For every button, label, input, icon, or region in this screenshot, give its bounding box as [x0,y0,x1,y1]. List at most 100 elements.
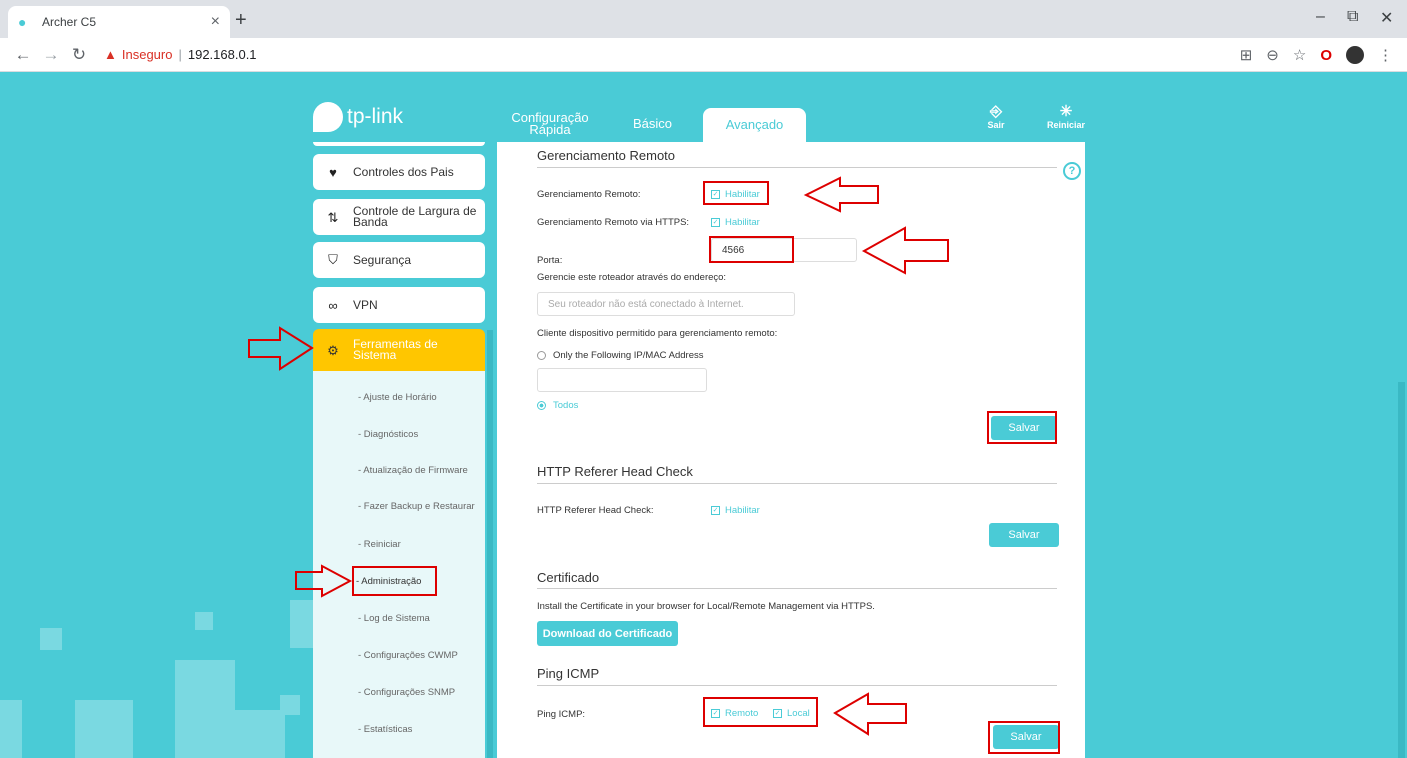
sidebar-item-label: Ferramentas de Sistema [353,337,438,362]
gear-icon: ⚙ [327,342,339,358]
sidebar-item-label: Controle de Largura de Banda [353,204,477,229]
reboot-button[interactable]: ✳ Reiniciar [1044,103,1088,131]
annotation-box [352,566,437,596]
save-referer-button[interactable]: Salvar [989,523,1059,547]
checkbox-icon: ✓ [711,218,720,227]
translate-icon[interactable]: ⊞ [1240,46,1253,64]
sidebar-scrollbar[interactable] [487,330,493,758]
sidebar-item-parental-controls[interactable]: ♥ Controles dos Pais [313,154,485,190]
logo-text: tp-link [347,105,404,128]
vpn-link-icon: ∞ [328,297,338,313]
tab-quick-setup[interactable]: Configuração Rápida [510,111,590,136]
browser-tab[interactable]: ● Archer C5 × [8,6,230,38]
browser-toolbar: ← → ↻ ▲ Inseguro | 192.168.0.1 ⊞ ⊖ ☆ O ⋮ [0,38,1407,72]
tab-basic[interactable]: Básico [630,117,675,130]
section-divider [537,588,1057,589]
sidebar-item-vpn[interactable]: ∞ VPN [313,287,485,323]
submenu-firmware-upgrade[interactable]: - Atualização de Firmware [358,465,468,476]
arrows-updown-icon: ⇅ [327,209,339,225]
address-bar[interactable]: ▲ Inseguro | 192.168.0.1 [104,47,257,62]
port-label: Porta: [537,255,563,266]
submenu-time-settings[interactable]: - Ajuste de Horário [358,392,437,403]
client-label: Cliente dispositivo permitido para geren… [537,328,778,339]
radio-all[interactable]: Todos [537,400,578,411]
sidebar-item-label: Controles dos Pais [353,165,454,179]
tplink-logo: tp-link [313,102,403,132]
checkbox-icon: ✓ [711,506,720,515]
submenu-snmp[interactable]: - Configurações SNMP [358,687,455,698]
ip-mac-input[interactable] [537,368,707,392]
submenu-system-log[interactable]: - Log de Sistema [358,613,430,624]
decor-square [40,628,62,650]
radio-icon [537,401,546,410]
radio-icon [537,351,546,360]
reload-icon[interactable]: ↻ [70,45,88,65]
exit-label: Sair [987,120,1005,130]
tab-close-icon[interactable]: × [211,13,220,31]
submenu-backup-restore[interactable]: - Fazer Backup e Restaurar [358,501,475,512]
checkbox-label: Habilitar [725,505,760,516]
exit-button[interactable]: ⎆ Sair [984,103,1008,131]
submenu-reboot[interactable]: - Reiniciar [358,539,401,550]
remote-management-label: Gerenciamento Remoto: [537,189,641,200]
annotation-box [703,697,818,727]
tplink-favicon-icon: ● [18,14,27,30]
annotation-box [709,236,794,263]
bookmark-star-icon[interactable]: ☆ [1293,46,1306,64]
checkbox-label: Habilitar [725,217,760,228]
close-window-icon[interactable]: ✕ [1380,8,1393,28]
https-management-label: Gerenciamento Remoto via HTTPS: [537,217,690,228]
minimize-icon[interactable]: – [1316,8,1325,26]
decor-square [235,710,285,758]
sidebar-item-label: Segurança [353,253,412,267]
download-certificate-button[interactable]: Download do Certificado [537,621,678,646]
sidebar-cap [313,142,485,146]
security-label[interactable]: Inseguro [122,47,173,62]
url-text[interactable]: 192.168.0.1 [188,47,257,62]
submenu-cwmp[interactable]: - Configurações CWMP [358,650,458,661]
exit-icon: ⎆ [989,103,1002,120]
browser-tab-bar: ● Archer C5 × + – ⧉ ✕ [0,0,1407,38]
system-tools-submenu: - Ajuste de Horário - Diagnósticos - Atu… [313,371,485,758]
help-icon[interactable]: ? [1063,162,1081,180]
address-label: Gerencie este roteador através do endere… [537,272,727,283]
section-divider [537,685,1057,686]
restore-icon[interactable]: ⧉ [1347,8,1358,26]
sidebar-item-system-tools[interactable]: ⚙ Ferramentas de Sistema [313,329,485,371]
shield-icon: ⛉ [328,252,338,267]
heart-icon: ♥ [329,164,337,180]
section-divider [537,167,1057,168]
radio-only-following[interactable]: Only the Following IP/MAC Address [537,350,703,361]
opera-icon[interactable]: O [1320,47,1332,64]
page-scrollbar[interactable] [1398,382,1405,758]
reboot-icon: ✳ [1059,103,1073,120]
sidebar-item-security[interactable]: ⛉ Segurança [313,242,485,278]
tplink-mark-icon [313,102,343,132]
annotation-arrow-right [248,326,314,371]
menu-dots-icon[interactable]: ⋮ [1378,46,1393,64]
profile-avatar[interactable] [1346,46,1364,64]
back-icon[interactable]: ← [14,45,32,65]
submenu-statistics[interactable]: - Estatísticas [358,724,412,735]
address-separator: | [178,47,182,62]
submenu-diagnostics[interactable]: - Diagnósticos [358,429,418,440]
decor-square [175,660,235,758]
tab-title: Archer C5 [42,15,97,29]
decor-square [0,700,22,758]
sidebar-item-label: VPN [353,298,378,312]
address-field[interactable]: Seu roteador não está conectado à Intern… [537,292,795,316]
sidebar-item-bandwidth[interactable]: ⇅ Controle de Largura de Banda [313,199,485,235]
decor-square [290,600,313,648]
main-panel: Gerenciamento Remoto ? Gerenciamento Rem… [497,142,1085,758]
referer-enable-checkbox[interactable]: ✓ Habilitar [711,505,760,516]
forward-icon[interactable]: → [42,45,60,65]
https-enable-checkbox[interactable]: ✓ Habilitar [711,217,760,228]
referer-label: HTTP Referer Head Check: [537,505,654,516]
tab-advanced[interactable]: Avançado [703,108,806,142]
decor-square [75,700,133,758]
certificate-description: Install the Certificate in your browser … [537,601,875,612]
zoom-icon[interactable]: ⊖ [1266,46,1279,64]
section-divider [537,483,1057,484]
annotation-box [703,181,769,205]
new-tab-button[interactable]: + [235,9,247,32]
